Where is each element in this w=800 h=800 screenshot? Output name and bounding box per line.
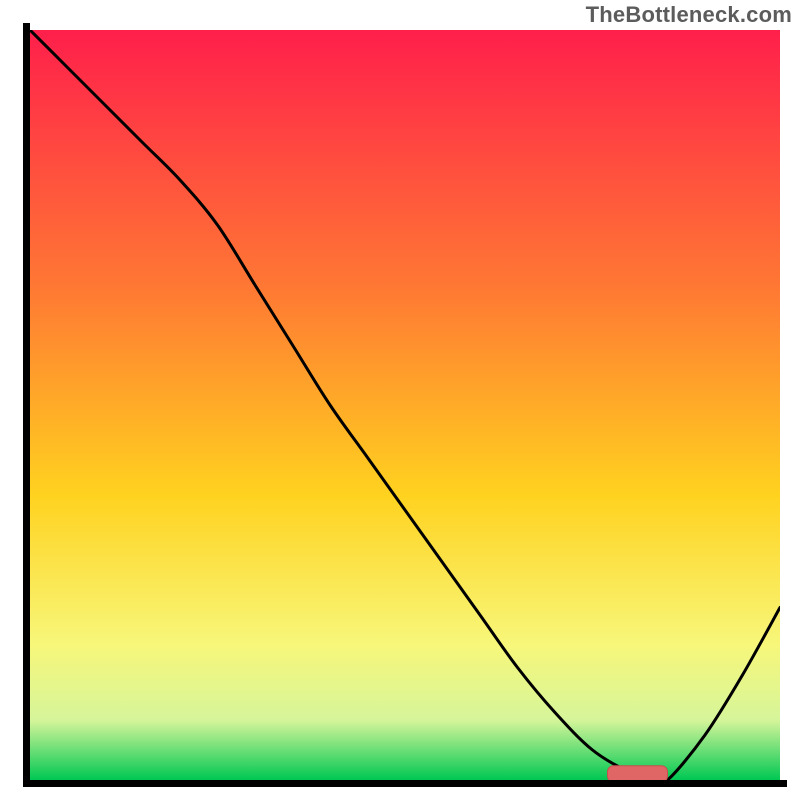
y-axis xyxy=(23,23,30,787)
chart-frame: TheBottleneck.com xyxy=(0,0,800,800)
optimum-marker xyxy=(608,766,668,783)
x-axis xyxy=(23,780,787,787)
watermark-text: TheBottleneck.com xyxy=(586,2,792,28)
bottleneck-chart xyxy=(0,0,800,800)
